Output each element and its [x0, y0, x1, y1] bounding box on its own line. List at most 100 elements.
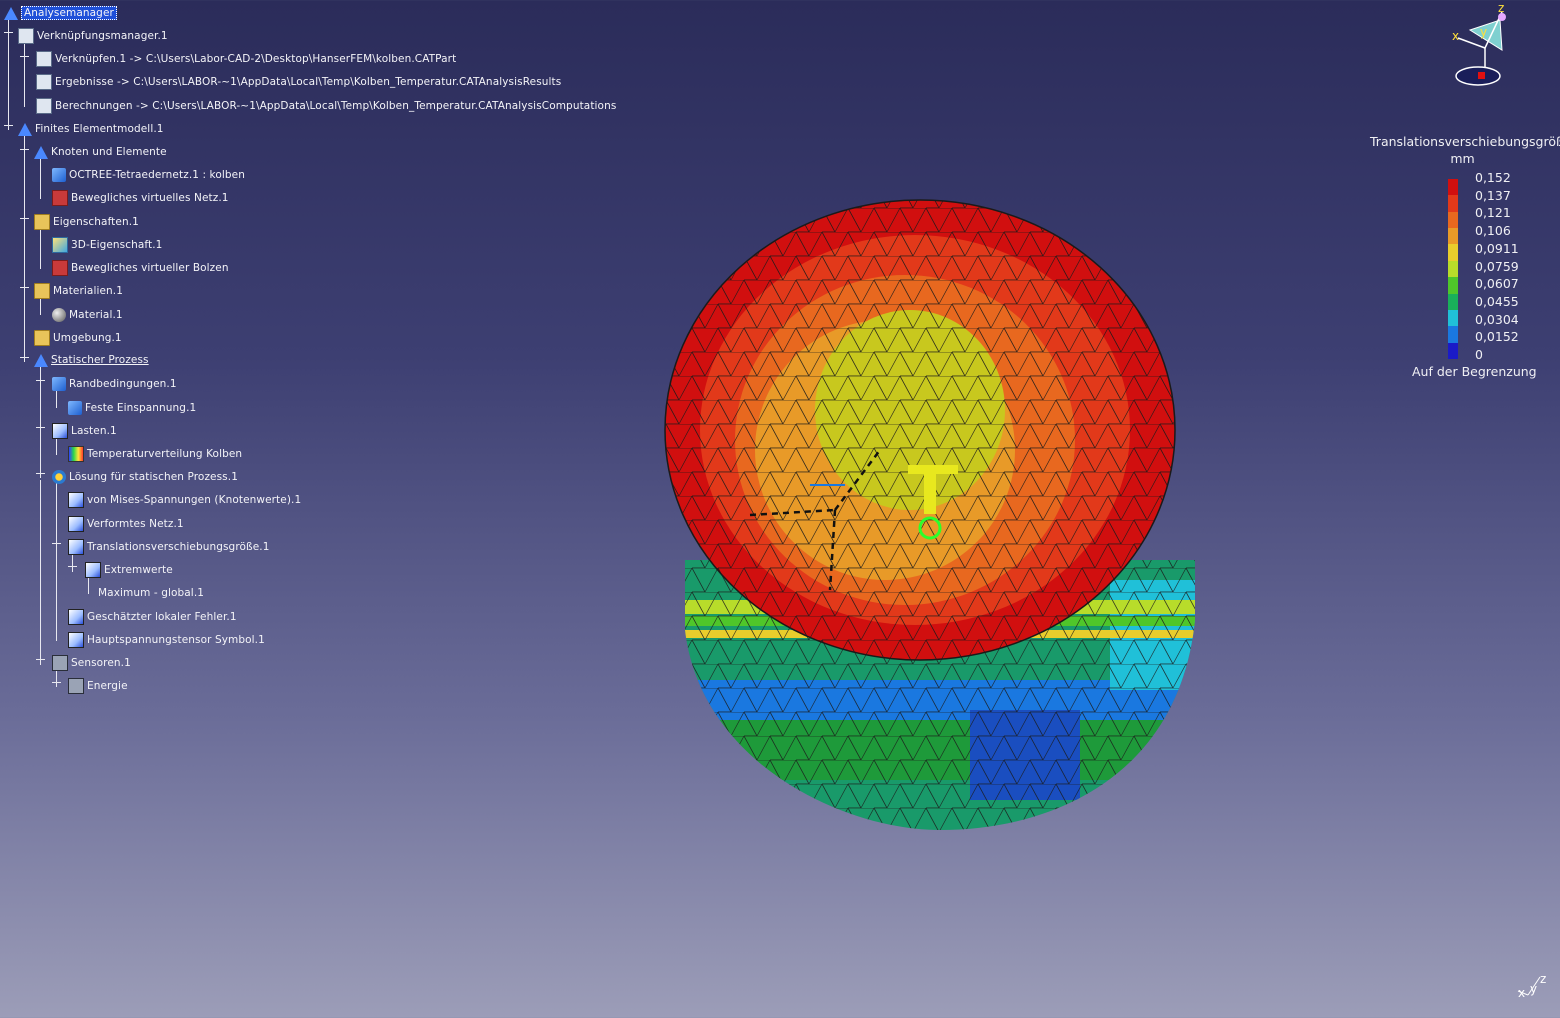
piston-mesh-icon: [664, 199, 1195, 830]
folder-icon: [34, 214, 50, 230]
expand-toggle[interactable]: [68, 562, 77, 571]
tree-node-label: Material.1: [69, 309, 123, 321]
tree-node-label: Verformtes Netz.1: [87, 518, 184, 530]
tree-node-label: von Mises-Spannungen (Knotenwerte).1: [87, 494, 302, 506]
tree-node-label: Temperaturverteilung Kolben: [87, 448, 243, 460]
tree-node-label: Bewegliches virtuelles Netz.1: [71, 192, 229, 204]
tree-node-temperature-field[interactable]: Temperaturverteilung Kolben: [68, 445, 242, 463]
legend-footer: Auf der Begrenzung: [1412, 364, 1537, 379]
tree-node-deformed-mesh[interactable]: Verformtes Netz.1: [68, 515, 184, 533]
tree-node-environment[interactable]: Umgebung.1: [34, 329, 122, 347]
tree-node-label: Ergebnisse -> C:\Users\LABOR-~1\AppData\…: [55, 76, 562, 88]
tree-node-results-link[interactable]: Ergebnisse -> C:\Users\LABOR-~1\AppData\…: [36, 73, 561, 91]
tree-node-properties[interactable]: Eigenschaften.1: [34, 213, 139, 231]
sensors-icon: [52, 655, 68, 671]
legend-color-swatch: [1448, 326, 1458, 343]
specification-tree: Analysemanager Verknüpfungsmanager.1 Ver…: [0, 0, 640, 700]
extrema-icon: [85, 562, 101, 578]
expand-toggle[interactable]: [20, 283, 29, 292]
temperature-field-icon: [68, 446, 84, 462]
expand-toggle[interactable]: [36, 469, 45, 478]
tree-node-analysis-manager[interactable]: Analysemanager: [4, 4, 117, 22]
legend-tick: 0,0911: [1475, 241, 1519, 256]
tree-node-nodes-elements[interactable]: Knoten und Elemente: [34, 143, 167, 161]
nodes-elements-icon: [34, 145, 48, 159]
legend-title: Translationsverschiebungsgröß: [1370, 134, 1560, 149]
expand-toggle[interactable]: [52, 678, 61, 687]
tree-node-3d-property[interactable]: 3D-Eigenschaft.1: [52, 236, 162, 254]
legend-tick: 0,0152: [1475, 329, 1519, 344]
tree-node-label: Sensoren.1: [71, 657, 131, 669]
expand-toggle[interactable]: [20, 353, 29, 362]
tree-node-label: Umgebung.1: [53, 332, 122, 344]
clamp-icon: [68, 401, 82, 415]
tree-node-extrema[interactable]: Extremwerte: [85, 561, 173, 579]
tree-node-link-manager[interactable]: Verknüpfungsmanager.1: [18, 27, 168, 45]
tree-node-virtual-mesh[interactable]: Bewegliches virtuelles Netz.1: [52, 189, 229, 207]
expand-toggle[interactable]: [20, 214, 29, 223]
legend-color-swatch: [1448, 309, 1458, 327]
compass-icon: z x y: [1452, 1, 1506, 86]
tree-node-label: Randbedingungen.1: [69, 378, 177, 390]
expand-toggle[interactable]: [4, 121, 13, 130]
tree-node-label: Finites Elementmodell.1: [35, 123, 164, 135]
tree-node-label: OCTREE-Tetraedernetz.1 : kolben: [69, 169, 245, 181]
tree-node-tetra-mesh[interactable]: OCTREE-Tetraedernetz.1 : kolben: [52, 166, 245, 184]
expand-toggle[interactable]: [20, 145, 29, 154]
expand-toggle[interactable]: [36, 376, 45, 385]
tree-node-label: Materialien.1: [53, 285, 124, 297]
legend-tick: 0,121: [1475, 205, 1511, 220]
restraints-icon: [52, 377, 66, 391]
compass-x-label: x: [1452, 29, 1459, 43]
expand-toggle[interactable]: [52, 539, 61, 548]
tree-node-maximum-global[interactable]: Maximum - global.1: [98, 584, 204, 602]
compass[interactable]: z x y: [1440, 0, 1560, 100]
tree-node-label: Lasten.1: [71, 425, 117, 437]
tree-node-sensors[interactable]: Sensoren.1: [52, 654, 131, 672]
link-manager-icon: [18, 28, 34, 44]
tree-node-label: Translationsverschiebungsgröße.1: [87, 541, 270, 553]
expand-toggle[interactable]: [36, 655, 45, 664]
tree-node-label: Analysemanager: [21, 6, 117, 20]
tree-node-solution[interactable]: Lösung für statischen Prozess.1: [52, 468, 238, 486]
legend-color-swatch: [1448, 260, 1458, 278]
legend-color-swatch: [1448, 277, 1458, 294]
axis-x-label: x: [1518, 986, 1525, 1000]
computations-link-icon: [36, 98, 52, 114]
expand-toggle[interactable]: [20, 52, 29, 61]
tree-node-label: Verknüpfen.1 -> C:\Users\Labor-CAD-2\Des…: [55, 53, 457, 65]
tree-node-von-mises[interactable]: von Mises-Spannungen (Knotenwerte).1: [68, 491, 301, 509]
tree-node-principal-stress[interactable]: Hauptspannungstensor Symbol.1: [68, 631, 265, 649]
tree-node-fem-model[interactable]: Finites Elementmodell.1: [18, 120, 164, 138]
tree-node-virtual-bolt[interactable]: Bewegliches virtueller Bolzen: [52, 259, 229, 277]
tree-node-label: 3D-Eigenschaft.1: [71, 239, 163, 251]
tree-node-label: Eigenschaften.1: [53, 216, 139, 228]
link-icon: [36, 51, 52, 67]
fem-piston-model[interactable]: [640, 160, 1240, 860]
virtual-bolt-icon: [52, 260, 68, 276]
tree-node-local-error[interactable]: Geschätzter lokaler Fehler.1: [68, 608, 237, 626]
tree-node-link[interactable]: Verknüpfen.1 -> C:\Users\Labor-CAD-2\Des…: [36, 50, 456, 68]
tree-node-label: Bewegliches virtueller Bolzen: [71, 262, 229, 274]
tree-node-materials[interactable]: Materialien.1: [34, 282, 123, 300]
tree-node-material[interactable]: Material.1: [52, 306, 123, 324]
tree-node-static-case[interactable]: Statischer Prozess: [34, 351, 149, 369]
tree-node-clamp[interactable]: Feste Einspannung.1: [68, 399, 196, 417]
solution-icon: [52, 470, 66, 484]
tree-node-energy[interactable]: Energie: [68, 677, 128, 695]
expand-toggle[interactable]: [4, 28, 13, 37]
tree-node-translational-displacement[interactable]: Translationsverschiebungsgröße.1: [68, 538, 270, 556]
loads-icon: [52, 423, 68, 439]
tree-node-restraints[interactable]: Randbedingungen.1: [52, 375, 177, 393]
tree-node-computations-link[interactable]: Berechnungen -> C:\Users\LABOR-~1\AppDat…: [36, 97, 616, 115]
virtual-mesh-icon: [52, 190, 68, 206]
tree-node-label: Statischer Prozess: [51, 354, 149, 366]
tree-connector: [40, 157, 41, 199]
axes-icon: x y z: [1517, 972, 1546, 1000]
tree-node-loads[interactable]: Lasten.1: [52, 422, 117, 440]
legend-color-swatch: [1448, 179, 1458, 196]
image-icon: [68, 516, 84, 532]
expand-toggle[interactable]: [36, 423, 45, 432]
compass-y-label: y: [1480, 25, 1487, 39]
tree-node-label: Feste Einspannung.1: [85, 402, 197, 414]
